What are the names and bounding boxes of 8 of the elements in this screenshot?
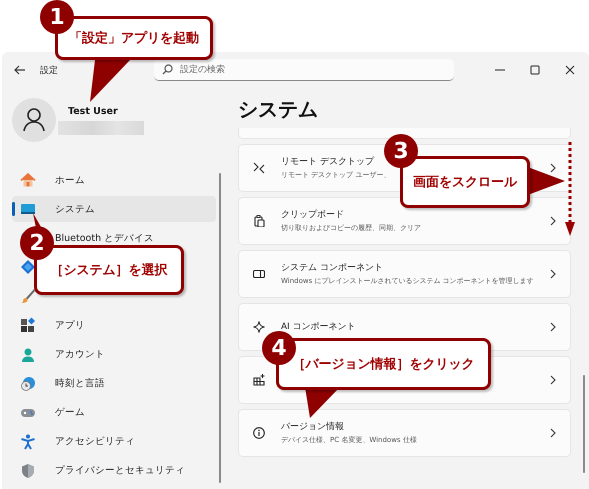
user-name: Test User [68, 106, 119, 116]
card-title: バージョン情報 [281, 421, 344, 433]
card-title: AI コンポーネント [281, 321, 356, 333]
window-title: 設定 [40, 64, 58, 76]
card-title: システム コンポーネント [281, 262, 383, 274]
card-title: クリップボード [281, 209, 344, 221]
card-title: リモート デスクトップ [281, 156, 374, 168]
page-heading: システム [238, 96, 319, 123]
